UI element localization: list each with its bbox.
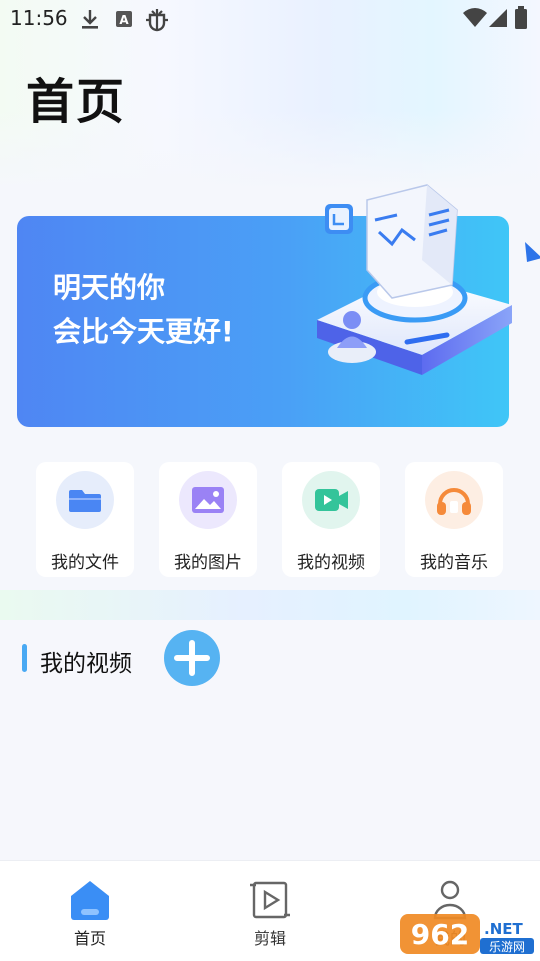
section-title: 我的视频: [40, 651, 132, 677]
watermark-number: 962: [411, 918, 469, 951]
tab-label: 首页: [73, 929, 106, 948]
shortcut-my-music[interactable]: 我的音乐: [405, 462, 503, 577]
wifi-icon: [462, 8, 488, 32]
headphones-icon: [425, 471, 483, 529]
site-watermark: 962 .NET 乐游网: [400, 912, 536, 956]
banner-line-2: 会比今天更好!: [53, 315, 234, 348]
shortcut-label: 我的视频: [297, 553, 365, 573]
shortcut-grid: 我的文件 我的图片 我的视频 我的音乐: [0, 462, 540, 580]
shortcut-label: 我的图片: [174, 553, 242, 573]
tab-edit[interactable]: 剪辑: [210, 861, 330, 961]
home-icon: [68, 879, 112, 925]
watermark-net: .NET: [484, 920, 523, 938]
signal-icon: [488, 8, 508, 32]
shortcut-label: 我的音乐: [420, 553, 488, 573]
shortcut-my-files[interactable]: 我的文件: [36, 462, 134, 577]
page-title: 首页: [26, 74, 127, 130]
keyboard-a-icon: A: [115, 10, 133, 32]
shortcut-my-videos[interactable]: 我的视频: [282, 462, 380, 577]
banner-illustration: [297, 180, 540, 414]
video-icon: [302, 471, 360, 529]
download-icon: [80, 8, 100, 34]
add-video-button[interactable]: [164, 630, 220, 686]
shortcut-label: 我的文件: [51, 553, 119, 573]
status-bar: 11:56 A: [0, 0, 540, 38]
battery-icon: [514, 6, 528, 34]
bug-icon: [144, 6, 170, 36]
banner-line-1: 明天的你: [53, 271, 166, 304]
tab-label: 剪辑: [253, 929, 286, 948]
section-accent-bar: [22, 644, 27, 672]
promo-banner[interactable]: 明天的你 会比今天更好!: [17, 184, 540, 427]
tab-home[interactable]: 首页: [30, 861, 150, 961]
video-edit-icon: [250, 879, 290, 925]
divider-band: [0, 590, 540, 620]
shortcut-my-images[interactable]: 我的图片: [159, 462, 257, 577]
image-icon: [179, 471, 237, 529]
svg-text:A: A: [119, 13, 129, 27]
my-videos-section: 我的视频: [0, 620, 540, 860]
plus-icon: [174, 640, 210, 676]
watermark-subtext: 乐游网: [489, 940, 525, 954]
status-time: 11:56: [10, 6, 68, 30]
banner-slogan: 明天的你 会比今天更好!: [53, 266, 234, 354]
folder-icon: [56, 471, 114, 529]
